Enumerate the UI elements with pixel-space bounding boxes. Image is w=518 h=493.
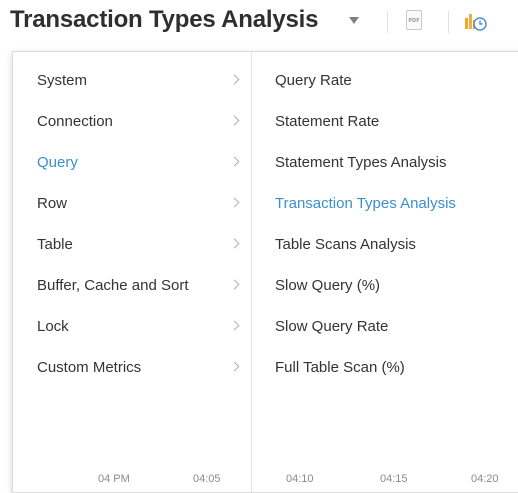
- chevron-right-icon: [229, 238, 240, 249]
- submenu-list: Query Rate Statement Rate Statement Type…: [252, 60, 518, 388]
- submenu-item[interactable]: Full Table Scan (%): [252, 347, 518, 388]
- chevron-right-icon: [229, 74, 240, 85]
- submenu-item[interactable]: Slow Query (%): [252, 265, 518, 306]
- x-axis-tick: 04:20: [471, 473, 499, 485]
- chevron-right-icon: [229, 156, 240, 167]
- category-label: Row: [37, 195, 68, 212]
- category-list: System Connection Query Row Table Buffer…: [13, 60, 251, 388]
- submenu-item[interactable]: Slow Query Rate: [252, 306, 518, 347]
- category-label: Query: [37, 154, 78, 171]
- category-item[interactable]: System: [13, 60, 251, 101]
- category-item[interactable]: Table: [13, 224, 251, 265]
- category-item-active[interactable]: Query: [13, 142, 251, 183]
- category-item[interactable]: Connection: [13, 101, 251, 142]
- category-item[interactable]: Lock: [13, 306, 251, 347]
- pdf-icon-label: PDF: [408, 18, 420, 24]
- category-label: Connection: [37, 113, 113, 130]
- category-label: Custom Metrics: [37, 359, 142, 376]
- category-item[interactable]: Custom Metrics: [13, 347, 251, 388]
- dropdown-caret-icon[interactable]: [349, 17, 359, 24]
- chevron-right-icon: [229, 361, 240, 372]
- page-title[interactable]: Transaction Types Analysis: [10, 6, 318, 34]
- submenu-item[interactable]: Table Scans Analysis: [252, 224, 518, 265]
- x-axis-tick: 04:10: [286, 473, 314, 485]
- category-item[interactable]: Row: [13, 183, 251, 224]
- category-label: Table: [37, 236, 73, 253]
- submenu-item-active[interactable]: Transaction Types Analysis: [252, 183, 518, 224]
- x-axis-tick: 04 PM: [98, 473, 130, 485]
- category-label: Lock: [37, 318, 69, 335]
- chevron-right-icon: [229, 320, 240, 331]
- submenu-item[interactable]: Statement Types Analysis: [252, 142, 518, 183]
- chevron-right-icon: [229, 197, 240, 208]
- category-label: Buffer, Cache and Sort: [37, 277, 189, 294]
- x-axis-tick: 04:05: [193, 473, 221, 485]
- pdf-export-icon[interactable]: PDF: [406, 10, 422, 30]
- x-axis-tick: 04:15: [380, 473, 408, 485]
- header-divider: [448, 11, 449, 33]
- header: Transaction Types Analysis PDF: [0, 0, 518, 46]
- scheduled-report-icon[interactable]: [462, 9, 488, 33]
- submenu-item[interactable]: Statement Rate: [252, 101, 518, 142]
- metrics-dropdown-menu: System Connection Query Row Table Buffer…: [12, 51, 518, 493]
- category-label: System: [37, 72, 88, 89]
- header-divider: [387, 11, 388, 33]
- category-item[interactable]: Buffer, Cache and Sort: [13, 265, 251, 306]
- submenu-item[interactable]: Query Rate: [252, 60, 518, 101]
- chevron-right-icon: [229, 279, 240, 290]
- chevron-right-icon: [229, 115, 240, 126]
